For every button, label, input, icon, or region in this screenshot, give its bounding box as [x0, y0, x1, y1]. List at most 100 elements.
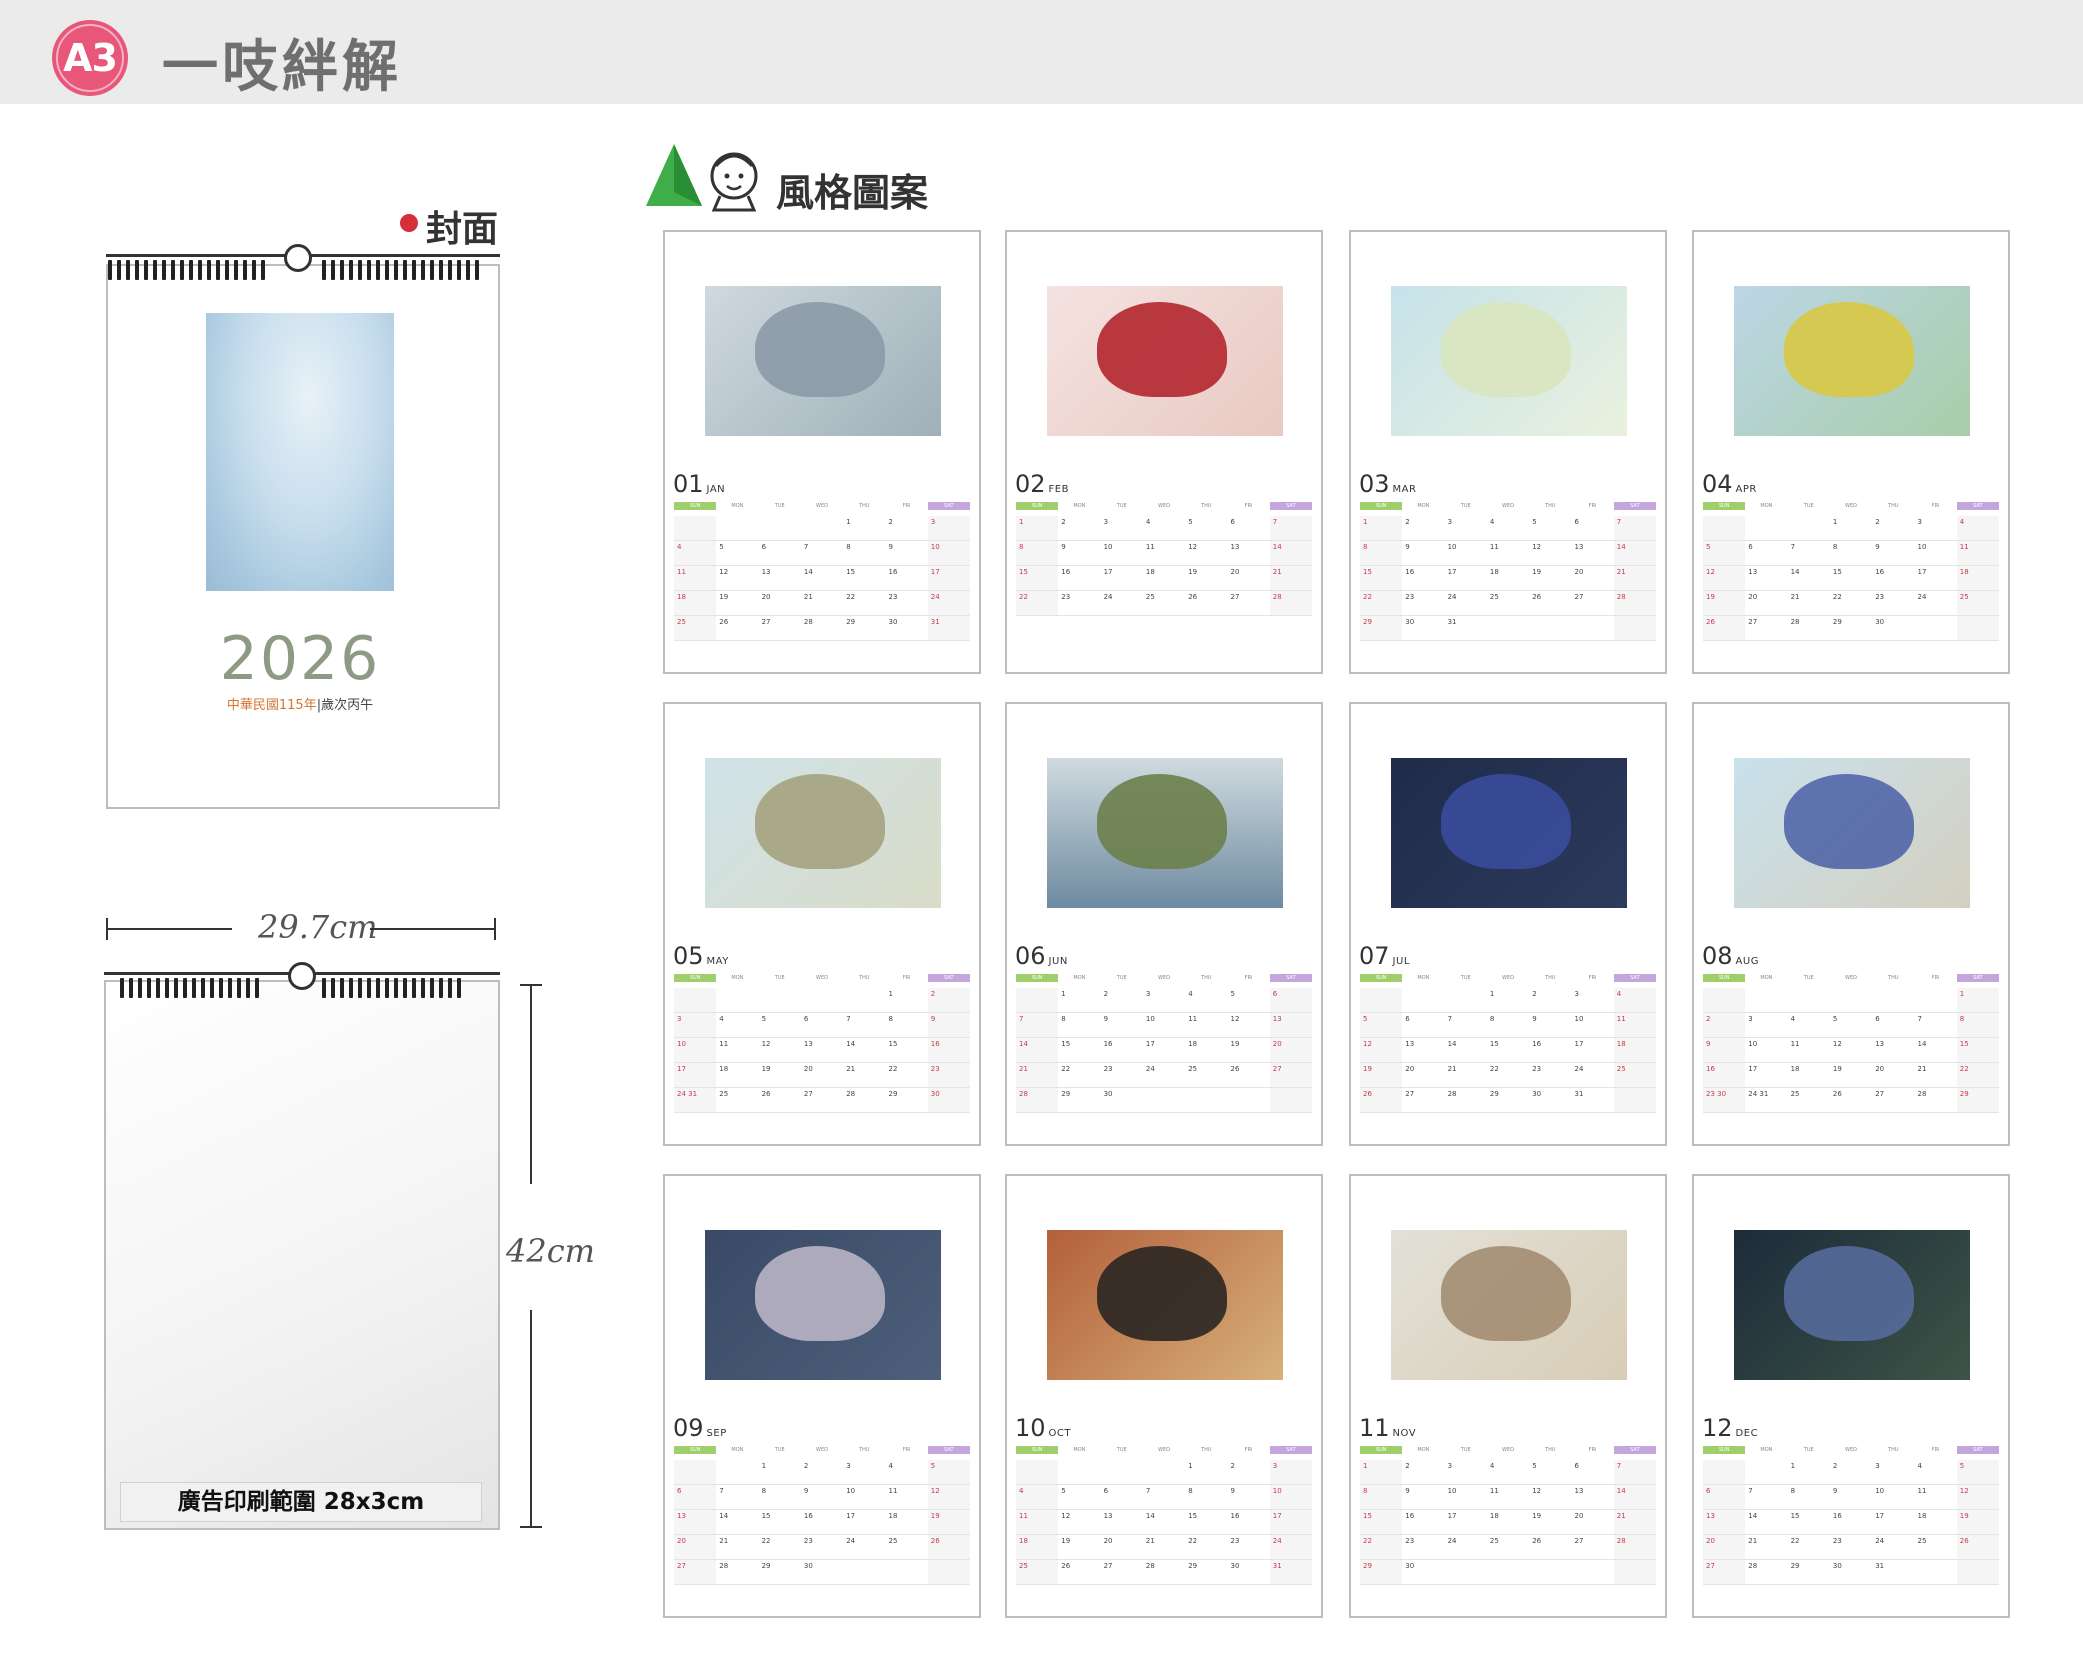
month-grid: SUN MON TUE WED THU FRI SAT 1 2 3 4 5 6 7 8 9 10 11 12 13 14…: [1703, 1446, 1999, 1585]
month-grid: SUN MON TUE WED THU FRI SAT 1 2 3 4 5 6 7 8 9 10 11 12 13 14…: [1360, 974, 1656, 1113]
weekday-label: WED: [1845, 503, 1857, 509]
day-number: 11: [719, 1040, 729, 1048]
week-row: 15 16 17 18 19 20 21: [1360, 1510, 1656, 1535]
day-number: 22: [1188, 1537, 1198, 1545]
week-row: 3 4 5 6 7 8 9: [674, 1013, 970, 1038]
day-number: 28: [1917, 1090, 1927, 1098]
day-number: 2: [1706, 1015, 1711, 1023]
day-number: 19: [1832, 1065, 1842, 1073]
day-number: 26: [1832, 1090, 1842, 1098]
week-row: 27 28 29 30 31: [1703, 1560, 1999, 1585]
day-number: 20: [1405, 1065, 1415, 1073]
day-number: 27: [1272, 1065, 1282, 1073]
week-row: 1 2 3: [674, 516, 970, 541]
month-page-jul: 07 JUL SUN MON TUE WED THU FRI SAT 1 2 3 4 5 6 7 8 9 10 11 1…: [1349, 702, 1667, 1146]
month-abbr: APR: [1735, 484, 1757, 495]
day-number: 15: [1959, 1040, 1969, 1048]
day-number: 2: [1061, 518, 1066, 526]
week-row: 12: [674, 988, 970, 1013]
style-section-title: 風格圖案: [776, 171, 929, 215]
day-number: 7: [1917, 1015, 1922, 1023]
height-label: 42cm: [506, 1232, 595, 1270]
weekday-header: SUN MON TUE WED THU FRI SAT: [1016, 1446, 1312, 1454]
weekday-header: SUN MON TUE WED THU FRI SAT: [1016, 502, 1312, 510]
day-number: 11: [888, 1487, 898, 1495]
week-row: 1 2 3 4 5 6 7: [1360, 1460, 1656, 1485]
weekday-header: SUN MON TUE WED THU FRI SAT: [674, 974, 970, 982]
day-number: 5: [1363, 1015, 1368, 1023]
day-number: 8: [1489, 1015, 1495, 1023]
day-number: 17: [1574, 1040, 1584, 1048]
day-number: 19: [1230, 1040, 1240, 1048]
day-number: 12: [930, 1487, 940, 1495]
weekday-label: SUN: [674, 974, 717, 982]
day-number: 7: [803, 543, 809, 551]
day-number: 8: [846, 543, 851, 551]
month-page-dec: 12 DEC SUN MON TUE WED THU FRI SAT 1 2 3 4 5 6 7 8 9 10 11 1…: [1692, 1174, 2010, 1618]
weekday-label: WED: [1158, 503, 1170, 509]
day-number: 23: [1405, 593, 1415, 601]
height-tick-bottom: [520, 1526, 542, 1528]
weekday-label: WED: [1158, 975, 1170, 981]
month-page-jan: 01 JAN SUN MON TUE WED THU FRI SAT 1 2 3 4 5 6 7 8 9 10 11 1…: [663, 230, 981, 674]
day-number: 4: [1959, 518, 1965, 526]
day-number: 8: [1061, 1015, 1066, 1023]
day-number: 21: [1616, 568, 1626, 576]
month-label: 09 SEP: [673, 1414, 727, 1442]
day-number: 13: [1574, 1487, 1584, 1495]
day-number: 19: [761, 1065, 771, 1073]
day-number: 3: [1272, 1462, 1278, 1470]
day-number: 11: [1917, 1487, 1927, 1495]
day-number: 14: [1616, 1487, 1626, 1495]
day-number: 3: [930, 518, 936, 526]
day-number: 26: [1188, 593, 1198, 601]
weekday-header: SUN MON TUE WED THU FRI SAT: [1360, 502, 1656, 510]
weekday-label: FRI: [1244, 975, 1253, 981]
month-label: 12 DEC: [1702, 1414, 1758, 1442]
day-number: 14: [1447, 1040, 1457, 1048]
weekday-label: WED: [816, 1447, 828, 1453]
day-number: 25: [1616, 1065, 1626, 1073]
day-number: 15: [1363, 568, 1372, 576]
week-row: 8 9 10 11 12 13 14: [1360, 1485, 1656, 1510]
day-number: 9: [1103, 1015, 1109, 1023]
month-number: 08: [1702, 942, 1733, 970]
month-number: 06: [1015, 942, 1046, 970]
day-number: 1: [1019, 518, 1024, 526]
weekday-label: TUE: [1116, 1447, 1127, 1453]
day-number: 15: [1790, 1512, 1800, 1520]
day-number: 3: [846, 1462, 851, 1470]
day-number: 8: [1790, 1487, 1796, 1495]
day-number: 21: [1917, 1065, 1927, 1073]
weekday-label: SAT: [1269, 502, 1312, 510]
day-number: 3: [1748, 1015, 1753, 1023]
day-number: 4: [1145, 518, 1151, 526]
day-number: 21: [1272, 568, 1282, 576]
day-number: 11: [1489, 543, 1499, 551]
day-number: 31: [1447, 618, 1457, 626]
day-number: 19: [1706, 593, 1715, 601]
day-number: 6: [1748, 543, 1753, 551]
back-spiral-left: [120, 978, 259, 998]
weekday-label: SUN: [674, 1446, 717, 1454]
day-number: 12: [1532, 543, 1542, 551]
day-number: 3: [1574, 990, 1579, 998]
week-row: 7 8 9 10 11 12 13: [1016, 1013, 1312, 1038]
day-number: 12: [1230, 1015, 1240, 1023]
day-number: 10: [1917, 543, 1927, 551]
day-number: 16: [1875, 568, 1885, 576]
day-number: 2: [1230, 1462, 1235, 1470]
day-number: 3: [1103, 518, 1109, 526]
month-label: 01 JAN: [673, 470, 725, 498]
day-number: 30: [1230, 1562, 1240, 1570]
day-number: 7: [1272, 518, 1278, 526]
day-number: 15: [1489, 1040, 1499, 1048]
day-number: 26: [1959, 1537, 1969, 1545]
day-number: 29: [1061, 1090, 1071, 1098]
day-number: 9: [1706, 1040, 1711, 1048]
day-number: 25: [1790, 1090, 1800, 1098]
day-number: 28: [803, 618, 813, 626]
day-number: 31: [1875, 1562, 1885, 1570]
day-number: 20: [1706, 1537, 1715, 1545]
weekday-label: MON: [1760, 1447, 1773, 1453]
